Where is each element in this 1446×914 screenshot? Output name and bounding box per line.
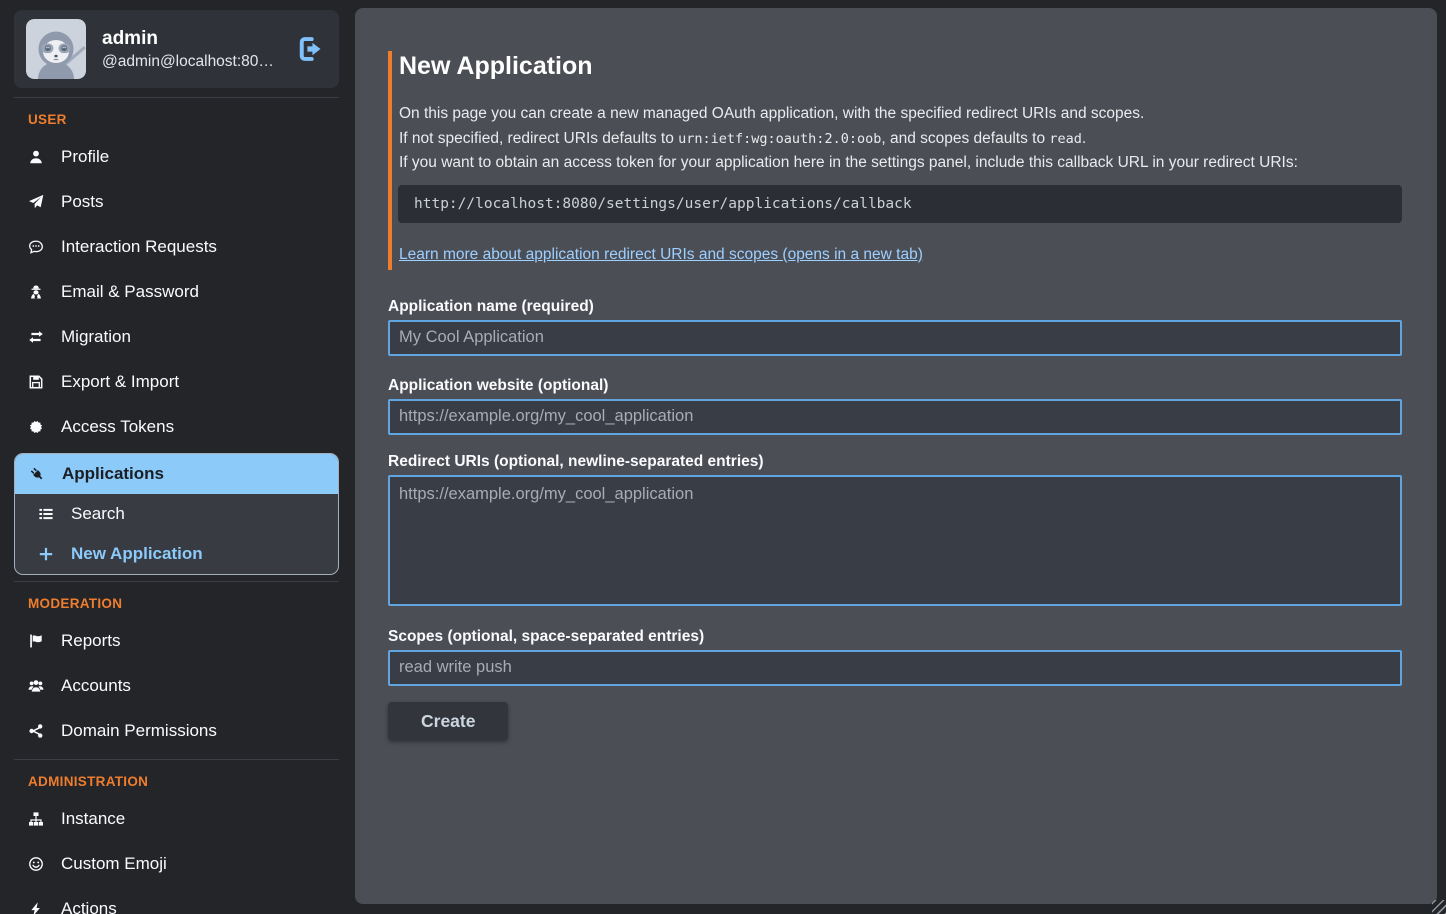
sitemap-icon [26,811,46,827]
window-resize-grip[interactable] [1432,900,1446,914]
sidebar-divider [14,581,339,582]
user-icon [26,149,46,165]
sidebar-item-label: Access Tokens [61,417,174,437]
new-application-form: Application name (required) Application … [388,298,1402,740]
comment-dots-icon [26,239,46,255]
sidebar-item-email-password[interactable]: Email & Password [14,269,339,314]
sidebar-item-label: Accounts [61,676,131,696]
users-icon [26,678,46,694]
smile-icon [26,856,46,872]
application-website-label: Application website (optional) [388,377,1402,395]
scopes-label: Scopes (optional, space-separated entrie… [388,628,1402,646]
sidebar-item-label: Actions [61,899,117,914]
plug-icon [27,466,47,482]
sidebar-item-reports[interactable]: Reports [14,618,339,663]
sidebar-item-access-tokens[interactable]: Access Tokens [14,404,339,449]
sidebar-item-interaction-requests[interactable]: Interaction Requests [14,224,339,269]
sign-out-icon[interactable] [295,34,325,64]
page-intro-block: New Application On this page you can cre… [388,51,1402,270]
certificate-icon [26,419,46,435]
redirect-uris-textarea[interactable] [388,475,1402,606]
callback-url-code: http://localhost:8080/settings/user/appl… [398,185,1402,223]
bolt-icon [26,901,46,914]
application-name-label: Application name (required) [388,298,1402,316]
sidebar: admin @admin@localhost:80… USER Profile [0,0,355,914]
sidebar-item-label: Profile [61,147,109,167]
sidebar-divider [14,97,339,98]
sidebar-item-applications[interactable]: Applications [15,454,338,494]
settings-app: admin @admin@localhost:80… USER Profile [0,0,1446,914]
sidebar-item-label: Posts [61,192,104,212]
sidebar-item-label: Applications [62,464,164,484]
sidebar-group-applications: Applications Search New Application [14,453,339,575]
section-header-moderation: MODERATION [28,596,339,611]
sidebar-item-label: Instance [61,809,125,829]
sidebar-item-label: Reports [61,631,121,651]
share-nodes-icon [26,723,46,739]
sidebar-item-label: Search [71,504,125,524]
sidebar-divider [14,759,339,760]
username: admin [102,28,279,50]
page-title: New Application [398,51,1402,81]
sidebar-item-label: Custom Emoji [61,854,167,874]
desc-line-3: If you want to obtain an access token fo… [399,154,1298,171]
user-handle: @admin@localhost:80… [102,53,279,71]
application-website-input[interactable] [388,399,1402,435]
desc-line-1: On this page you can create a new manage… [399,105,1144,122]
learn-more-link[interactable]: Learn more about application redirect UR… [399,246,923,263]
sidebar-item-instance[interactable]: Instance [14,796,339,841]
sidebar-item-applications-search[interactable]: Search [15,494,338,534]
sidebar-item-custom-emoji[interactable]: Custom Emoji [14,841,339,886]
sidebar-item-migration[interactable]: Migration [14,314,339,359]
sidebar-item-label: Migration [61,327,131,347]
sidebar-item-applications-new[interactable]: New Application [15,534,338,574]
sidebar-item-export-import[interactable]: Export & Import [14,359,339,404]
page-description: On this page you can create a new manage… [398,102,1402,176]
redirect-uris-label: Redirect URIs (optional, newline-separat… [388,453,1402,471]
main-panel: New Application On this page you can cre… [355,8,1437,904]
sidebar-item-label: Interaction Requests [61,237,217,257]
inline-code-oob: urn:ietf:wg:oauth:2.0:oob [678,131,881,147]
sidebar-item-label: Domain Permissions [61,721,217,741]
sloth-avatar [26,19,86,79]
user-secret-icon [26,284,46,300]
sidebar-item-accounts[interactable]: Accounts [14,663,339,708]
user-card: admin @admin@localhost:80… [14,10,339,88]
sidebar-item-label: Email & Password [61,282,199,302]
sidebar-item-label: Export & Import [61,372,179,392]
application-name-input[interactable] [388,320,1402,356]
sidebar-item-posts[interactable]: Posts [14,179,339,224]
list-icon [36,506,56,522]
plus-icon [36,546,56,562]
create-button[interactable]: Create [388,702,508,740]
desc-line-2: If not specified, redirect URIs defaults… [399,130,1086,147]
exchange-icon [26,329,46,345]
paper-plane-icon [26,194,46,210]
inline-code-read: read [1049,131,1082,147]
user-info: admin @admin@localhost:80… [102,28,279,71]
scopes-input[interactable] [388,650,1402,686]
sidebar-item-profile[interactable]: Profile [14,134,339,179]
flag-icon [26,633,46,649]
section-header-user: USER [28,112,339,127]
sidebar-item-actions[interactable]: Actions [14,886,339,914]
section-header-administration: ADMINISTRATION [28,774,339,789]
sidebar-item-label: New Application [71,544,203,564]
sidebar-item-domain-permissions[interactable]: Domain Permissions [14,708,339,753]
floppy-disk-icon [26,374,46,390]
